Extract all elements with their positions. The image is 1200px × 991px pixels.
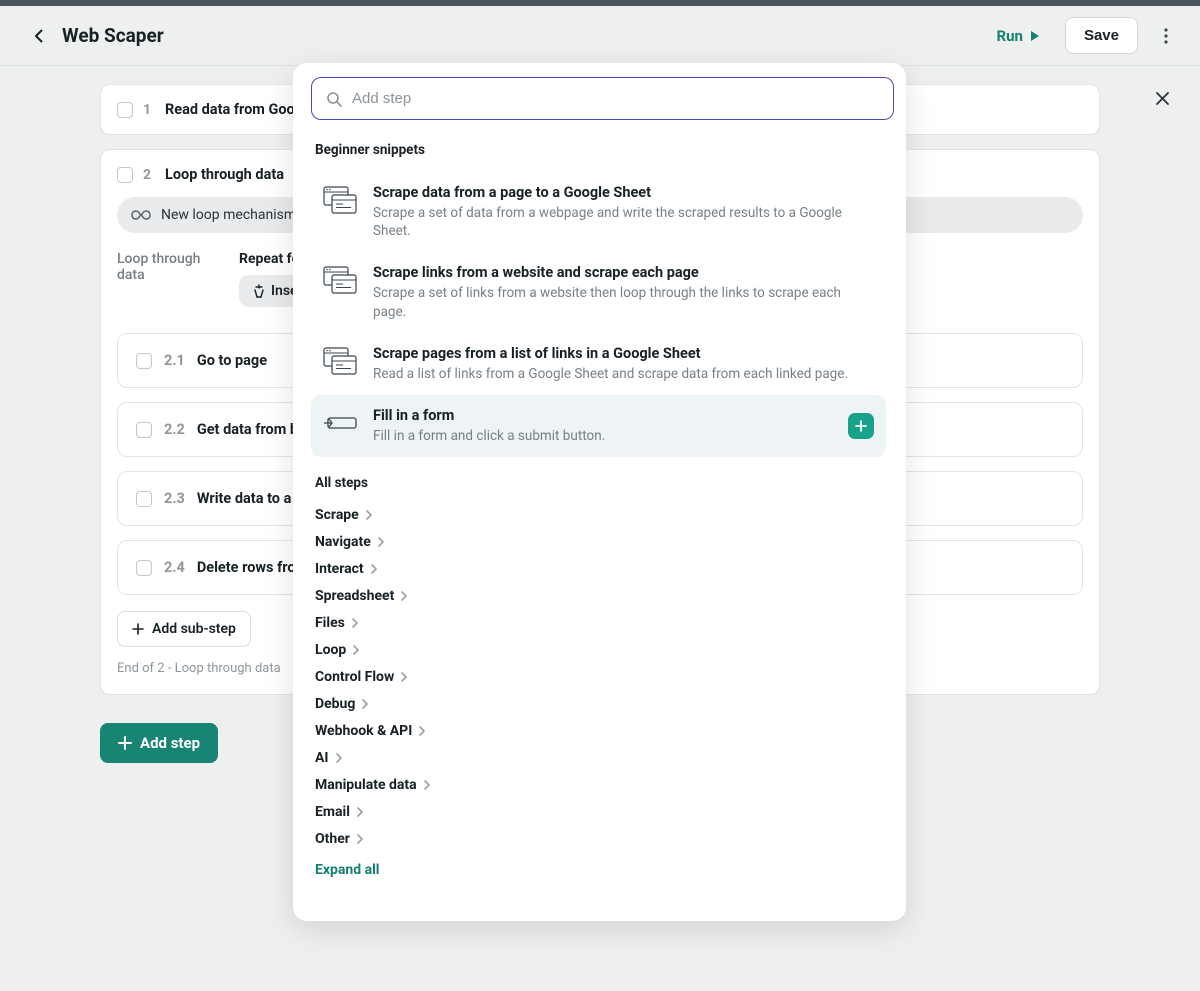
step-title: Loop through data: [165, 166, 284, 183]
category-item[interactable]: Email: [315, 802, 882, 822]
close-modal-button[interactable]: [1150, 86, 1174, 110]
add-step-modal: Beginner snippets Scrape data from a pag…: [293, 63, 906, 921]
page-title: Web Scaper: [62, 24, 164, 47]
step-checkbox[interactable]: [136, 422, 152, 438]
step-number: 2: [143, 167, 155, 183]
category-list: Scrape Navigate Interact Spreadsheet Files Lo…: [311, 505, 886, 878]
browser-sheet-icon: [323, 266, 357, 294]
category-label: Navigate: [315, 534, 371, 550]
category-item[interactable]: Loop: [315, 640, 882, 660]
infinity-icon: [131, 209, 151, 221]
snippet-item[interactable]: Scrape pages from a list of links in a G…: [311, 333, 886, 395]
search-field[interactable]: [311, 77, 894, 120]
sub-step-title: Go to page: [197, 352, 267, 369]
chevron-right-icon: [356, 807, 364, 817]
category-label: Other: [315, 831, 350, 847]
sub-step-number: 2.1: [164, 352, 185, 369]
search-input[interactable]: [352, 90, 879, 107]
step-checkbox[interactable]: [117, 102, 133, 118]
snippet-description: Fill in a form and click a submit button…: [373, 427, 832, 445]
step-checkbox[interactable]: [136, 491, 152, 507]
expand-all-button[interactable]: Expand all: [315, 862, 882, 878]
run-label: Run: [997, 27, 1023, 45]
step-checkbox[interactable]: [136, 353, 152, 369]
plus-icon: [118, 736, 132, 750]
sub-step-number: 2.2: [164, 421, 185, 438]
header: Web Scaper Run Save: [0, 6, 1200, 66]
category-item[interactable]: Interact: [315, 559, 882, 579]
category-item[interactable]: Files: [315, 613, 882, 633]
chevron-right-icon: [352, 645, 360, 655]
sub-step-number: 2.4: [164, 559, 185, 576]
chevron-right-icon: [377, 537, 385, 547]
step-number: 1: [143, 102, 155, 118]
category-label: Manipulate data: [315, 777, 417, 793]
sub-step-number: 2.3: [164, 490, 185, 507]
browser-sheet-icon: [323, 186, 357, 214]
category-label: Spreadsheet: [315, 588, 394, 604]
add-sub-label: Add sub-step: [152, 621, 236, 637]
category-label: Email: [315, 804, 350, 820]
chevron-right-icon: [400, 672, 408, 682]
category-label: Control Flow: [315, 669, 394, 685]
snippet-description: Scrape a set of links from a website the…: [373, 284, 874, 320]
snippet-item[interactable]: Scrape data from a page to a Google Shee…: [311, 172, 886, 252]
category-item[interactable]: Manipulate data: [315, 775, 882, 795]
snippet-description: Read a list of links from a Google Sheet…: [373, 365, 874, 383]
category-item[interactable]: Other: [315, 829, 882, 849]
category-item[interactable]: Debug: [315, 694, 882, 714]
category-label: Webhook & API: [315, 723, 412, 739]
chevron-right-icon: [365, 510, 373, 520]
category-label: Debug: [315, 696, 355, 712]
variable-icon: [253, 284, 265, 298]
add-step-label: Add step: [140, 734, 200, 752]
category-label: Scrape: [315, 507, 359, 523]
snippet-item-highlighted[interactable]: Fill in a form Fill in a form and click …: [311, 395, 886, 457]
snippet-item[interactable]: Scrape links from a website and scrape e…: [311, 252, 886, 332]
category-item[interactable]: Navigate: [315, 532, 882, 552]
chevron-right-icon: [370, 564, 378, 574]
snippet-title: Fill in a form: [373, 407, 832, 424]
chevron-right-icon: [351, 618, 359, 628]
category-item[interactable]: Webhook & API: [315, 721, 882, 741]
chevron-right-icon: [335, 753, 343, 763]
beginner-snippets-heading: Beginner snippets: [315, 142, 882, 158]
category-item[interactable]: Control Flow: [315, 667, 882, 687]
snippet-title: Scrape links from a website and scrape e…: [373, 264, 874, 281]
snippet-title: Scrape pages from a list of links in a G…: [373, 345, 874, 362]
step-checkbox[interactable]: [117, 167, 133, 183]
chevron-right-icon: [423, 780, 431, 790]
run-button[interactable]: Run: [983, 19, 1055, 53]
category-item[interactable]: Spreadsheet: [315, 586, 882, 606]
chevron-right-icon: [418, 726, 426, 736]
form-icon: [323, 409, 357, 437]
add-step-button[interactable]: Add step: [100, 723, 218, 763]
snippet-description: Scrape a set of data from a webpage and …: [373, 204, 874, 240]
save-button[interactable]: Save: [1065, 17, 1138, 54]
chevron-right-icon: [400, 591, 408, 601]
loop-through-label: Loop through data: [117, 251, 207, 307]
category-label: AI: [315, 750, 329, 766]
chevron-right-icon: [356, 834, 364, 844]
search-icon: [326, 91, 342, 107]
back-button[interactable]: [24, 22, 52, 50]
chevron-right-icon: [361, 699, 369, 709]
more-menu-button[interactable]: [1152, 22, 1180, 50]
category-item[interactable]: Scrape: [315, 505, 882, 525]
all-steps-heading: All steps: [315, 475, 882, 491]
browser-sheet-icon: [323, 347, 357, 375]
add-sub-step-button[interactable]: Add sub-step: [117, 611, 251, 647]
category-label: Files: [315, 615, 345, 631]
category-item[interactable]: AI: [315, 748, 882, 768]
category-label: Loop: [315, 642, 346, 658]
snippet-title: Scrape data from a page to a Google Shee…: [373, 184, 874, 201]
step-checkbox[interactable]: [136, 560, 152, 576]
add-snippet-button[interactable]: [848, 413, 874, 439]
category-label: Interact: [315, 561, 364, 577]
plus-icon: [132, 623, 144, 635]
